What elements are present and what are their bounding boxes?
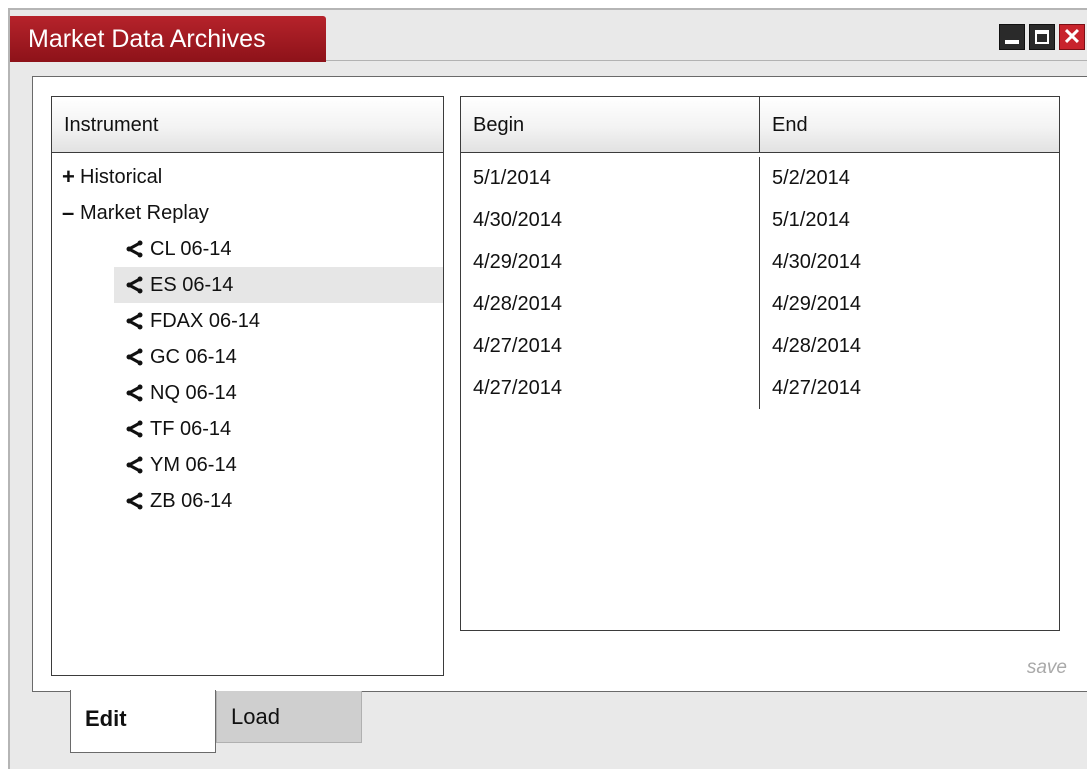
market-data-archives-window: Market Data Archives ✕ Instrument + Hist… (8, 8, 1087, 769)
share-icon (126, 312, 143, 330)
instrument-item-tf[interactable]: TF 06-14 (52, 411, 443, 447)
share-icon (126, 456, 143, 474)
instrument-label: YM 06-14 (150, 454, 237, 476)
expand-icon[interactable]: + (62, 159, 80, 195)
collapse-icon[interactable]: – (62, 195, 80, 231)
share-icon (126, 240, 143, 258)
instrument-item-es[interactable]: ES 06-14 (114, 267, 443, 303)
end-column: 5/2/2014 5/1/2014 4/30/2014 4/29/2014 4/… (760, 157, 1059, 409)
instrument-header: Instrument (52, 97, 443, 153)
tree-node-label: Historical (80, 166, 163, 188)
instrument-item-fdax[interactable]: FDAX 06-14 (52, 303, 443, 339)
close-icon[interactable]: ✕ (1059, 24, 1085, 50)
share-icon (126, 276, 143, 294)
window-controls: ✕ (999, 24, 1085, 50)
share-icon (126, 348, 143, 366)
instrument-item-gc[interactable]: GC 06-14 (52, 339, 443, 375)
end-cell[interactable]: 4/30/2014 (760, 241, 1059, 283)
instrument-label: ES 06-14 (150, 274, 234, 296)
begin-column: 5/1/2014 4/30/2014 4/29/2014 4/28/2014 4… (461, 157, 760, 409)
instrument-item-ym[interactable]: YM 06-14 (52, 447, 443, 483)
date-range-table: Begin End 5/1/2014 4/30/2014 4/29/2014 4… (460, 96, 1060, 631)
save-button[interactable]: save (1027, 657, 1067, 679)
tree-node-historical[interactable]: + Historical (52, 159, 443, 195)
begin-cell[interactable]: 4/28/2014 (461, 283, 759, 325)
share-icon (126, 384, 143, 402)
table-body: 5/1/2014 4/30/2014 4/29/2014 4/28/2014 4… (461, 153, 1059, 409)
tab-load[interactable]: Load (216, 691, 362, 743)
begin-cell[interactable]: 5/1/2014 (461, 157, 759, 199)
column-header-begin[interactable]: Begin (461, 97, 760, 153)
begin-cell[interactable]: 4/27/2014 (461, 325, 759, 367)
instrument-label: FDAX 06-14 (150, 310, 261, 332)
instrument-label: GC 06-14 (150, 346, 237, 368)
title-divider (326, 60, 1087, 61)
column-header-end[interactable]: End (760, 97, 1059, 153)
begin-cell[interactable]: 4/30/2014 (461, 199, 759, 241)
begin-cell[interactable]: 4/29/2014 (461, 241, 759, 283)
end-cell[interactable]: 4/29/2014 (760, 283, 1059, 325)
instrument-label: NQ 06-14 (150, 382, 237, 404)
window-title: Market Data Archives (10, 16, 326, 62)
instrument-label: TF 06-14 (150, 418, 232, 440)
table-header: Begin End (461, 97, 1059, 153)
tree-node-label: Market Replay (80, 202, 209, 224)
maximize-icon[interactable] (1029, 24, 1055, 50)
share-icon (126, 420, 143, 438)
instrument-label: ZB 06-14 (150, 490, 233, 512)
end-cell[interactable]: 5/1/2014 (760, 199, 1059, 241)
instrument-item-nq[interactable]: NQ 06-14 (52, 375, 443, 411)
bottom-tab-bar: Edit Load (70, 690, 362, 754)
instrument-item-zb[interactable]: ZB 06-14 (52, 483, 443, 519)
tree-node-market-replay[interactable]: – Market Replay (52, 195, 443, 231)
end-cell[interactable]: 5/2/2014 (760, 157, 1059, 199)
instrument-item-cl[interactable]: CL 06-14 (52, 231, 443, 267)
instrument-label: CL 06-14 (150, 238, 232, 260)
end-cell[interactable]: 4/27/2014 (760, 367, 1059, 409)
instrument-panel: Instrument + Historical – Market Replay … (51, 96, 444, 676)
share-icon (126, 492, 143, 510)
end-cell[interactable]: 4/28/2014 (760, 325, 1059, 367)
edit-tab-content: Instrument + Historical – Market Replay … (32, 76, 1087, 692)
minimize-icon[interactable] (999, 24, 1025, 50)
tab-edit[interactable]: Edit (70, 690, 216, 753)
begin-cell[interactable]: 4/27/2014 (461, 367, 759, 409)
instrument-tree: + Historical – Market Replay CL 06-14 ES… (52, 153, 443, 519)
